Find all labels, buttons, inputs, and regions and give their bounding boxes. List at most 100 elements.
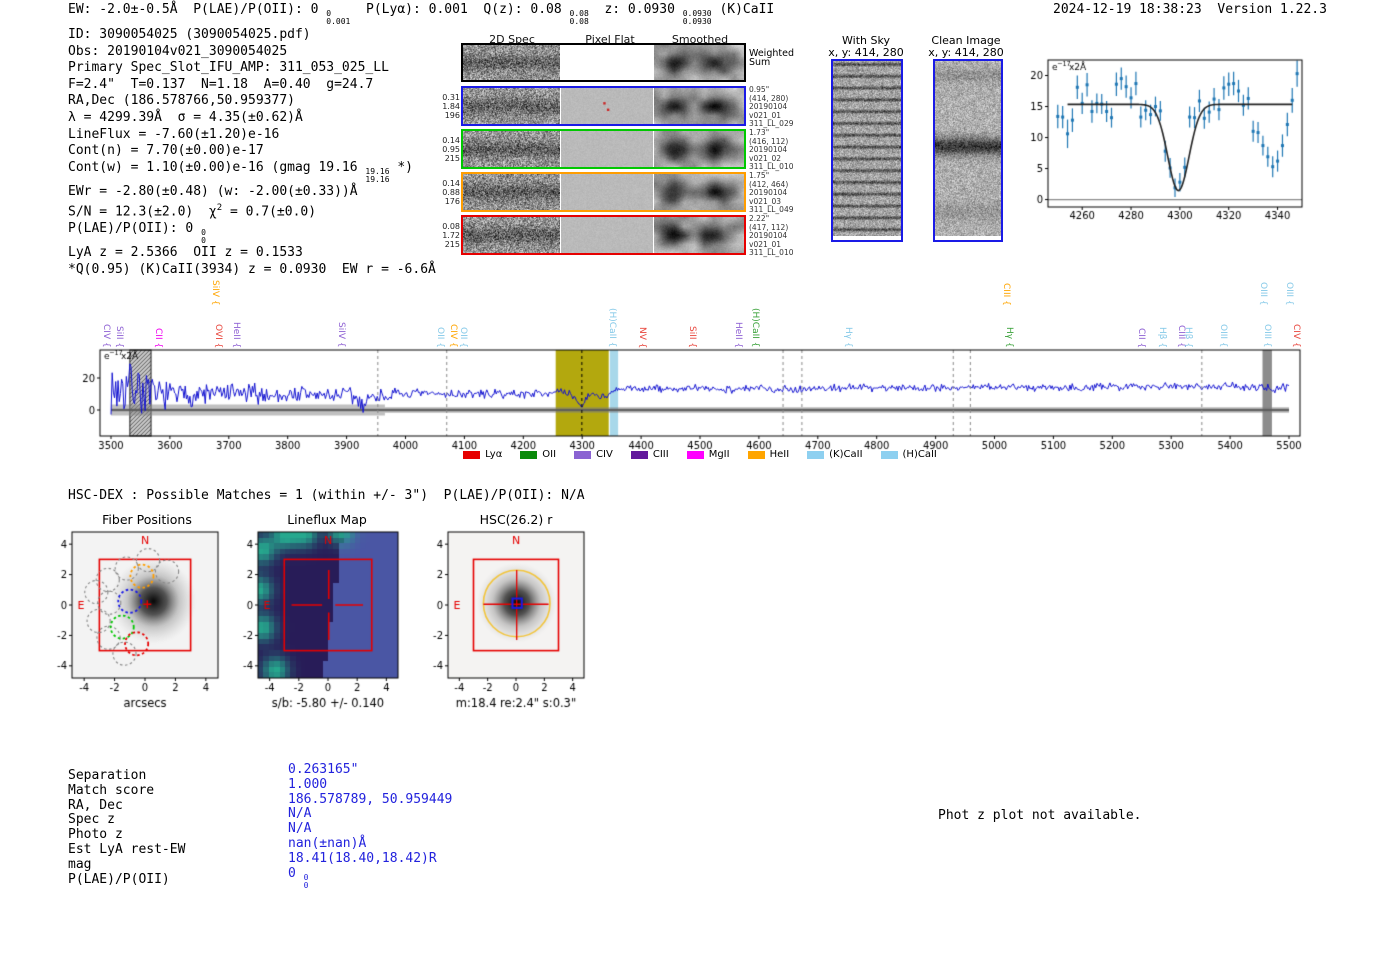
legend-item: OII [520,449,556,460]
match-row-label: Est LyA rest-EW [68,842,186,857]
info-line: Cont(w) = 1.10(±0.00)e-16 (gmag 19.16 19… [68,159,413,184]
info-line: Obs: 20190104v021_3090054025 [68,43,288,59]
spec2d-cell [463,174,560,210]
line-marker-nv: NV { [637,327,648,349]
legend-label: CIV [596,449,613,460]
spec2d-row-annotation: 2.22" (417, 112) 20190104 v021_01 311_LL… [749,214,794,258]
with-sky-cutout [831,59,903,242]
info-line: LyA z = 2.5366 OII z = 0.1533 [68,245,303,261]
spec2d-cell [654,174,744,210]
legend-item: MgII [686,449,730,460]
line-marker-siiv: SiIV { [209,280,220,306]
line-marker-civ: CIV { [1291,324,1302,348]
line-marker-oii: OII { [457,327,468,348]
spec2d-cell [561,45,653,80]
report-version: Version 1.22.3 [1217,2,1327,17]
spec2d-row [461,86,746,126]
spec2d-cell [561,131,653,167]
match-row-value: nan(±nan)Å [288,836,367,851]
legend-item: CIII [630,449,669,460]
line-marker-siii: SiII { [686,326,697,349]
info-line: F=2.4" T=0.137 N=1.18 A=0.40 g=24.7 [68,76,374,92]
spec2d-row-annotation: 1.75" (412, 464) 20190104 v021_03 311_LL… [749,171,794,215]
spec2d-cell [561,88,653,124]
legend-swatch [574,450,592,459]
with-sky-title: With Sky x, y: 414, 280 [828,34,904,59]
legend-label: CIII [652,449,669,460]
info-line: *Q(0.95) (K)CaII(3934) z = 0.0930 EW r =… [68,261,436,277]
legend-swatch [807,450,825,459]
match-row-value: 0 00 [288,865,309,890]
line-marker-civ: CIV { [447,324,458,348]
legend-swatch [686,450,704,459]
spec2d-row [461,43,746,82]
spec2d-row-left-values: 0.14 0.88 176 [442,178,460,206]
match-row-value: N/A [288,821,312,837]
weighted-sum-label: Weighted Sum [749,48,794,68]
line-marker-hcaii: (H)CaII { [749,308,760,348]
hsc-r-panel [420,524,612,716]
spec2d-row-left-values: 0.08 1.72 215 [442,221,460,249]
line-marker-oiii: OIII { [1262,324,1273,348]
spec2d-cell [463,45,560,80]
hsc-dex-header: HSC-DEX : Possible Matches = 1 (within +… [68,488,585,503]
info-line: Primary Spec_Slot_IFU_AMP: 311_053_025_L… [68,60,389,76]
spec2d-cell [654,131,744,167]
spec2d-cell [654,45,744,80]
spec2d-cell [463,88,560,124]
legend-label: OII [542,449,557,460]
info-line: ID: 3090054025 (3090054025.pdf) [68,27,311,42]
legend-label: Lyα [485,449,503,460]
legend-item: HeII [747,449,789,460]
spec2d-cell [463,217,560,253]
legend-item: (K)CaII [807,449,863,460]
spec2d-row-annotation: 1.73" (416, 112) 20190104 v021_02 311_LL… [749,128,794,172]
info-line: S/N = 12.3(±2.0) χ2 = 0.7(±0.0) [68,203,317,220]
match-row-value: N/A [288,806,312,822]
line-marker-oii: OII { [434,327,445,348]
spec2d-cell [463,131,560,167]
lineflux-map-panel [230,524,422,716]
line-marker-h: Hβ { [1183,327,1194,349]
with-sky-image [833,61,901,236]
legend-swatch [630,450,648,459]
legend-swatch [747,450,765,459]
legend-swatch [520,450,538,459]
line-marker-civ: CIV { [101,324,112,348]
match-row-value: 1.000 [288,776,328,792]
match-row-label: Spec z [68,812,115,828]
detection-info-block: ID: 3090054025 (3090054025.pdf) Obs: 2019… [68,27,436,278]
spec2d-cell [561,217,653,253]
spectrum-legend: Lyα OII CIV CIII MgII HeII (K)CaII (H)CaII [100,449,1300,460]
legend-item: Lyα [463,449,502,460]
clean-image [935,61,1001,236]
match-row-value: 186.578789, 50.959449 [288,791,453,807]
legend-item: CIV [574,449,613,460]
line-marker-h: Hγ { [843,327,854,348]
line-marker-siii: SiII { [114,326,125,349]
line-marker-h: Hγ { [1004,327,1015,348]
spec2d-row [461,215,746,255]
match-row-value: 0.263165" [288,762,359,777]
line-fit-inset-chart [1010,50,1310,220]
match-row-label: Match score [68,782,155,798]
legend-label: (K)CaII [829,449,863,460]
line-marker-ciii: CIII { [1001,283,1012,306]
spec2d-row-left-values: 0.14 0.95 215 [442,135,460,163]
spec2d-row [461,172,746,212]
spec2d-cell [561,174,653,210]
spec2d-row [461,129,746,169]
clean-image-cutout [933,59,1003,242]
header-timestamp-version: 2024-12-19 18:38:23 Version 1.22.3 [1053,2,1327,17]
line-marker-heii: HeII { [732,322,743,349]
line-marker-ovi: OVI { [212,324,223,349]
legend-label: (H)CaII [902,449,937,460]
line-marker-hcaii: (H)CaII { [607,308,618,348]
header-summary: EW: -2.0±-0.5Å P(LAE)/P(OII): 0 0 0.001 P… [68,2,775,26]
match-row-value: 18.41(18.40,18.42)R [288,850,437,866]
info-line: Cont(n) = 7.70(±0.00)e-17 [68,143,264,159]
info-line: λ = 4299.39Å σ = 4.35(±0.62)Å [68,109,303,125]
report-timestamp: 2024-12-19 18:38:23 [1053,2,1202,17]
match-row-label: RA, Dec [68,797,123,813]
legend-swatch [880,450,898,459]
